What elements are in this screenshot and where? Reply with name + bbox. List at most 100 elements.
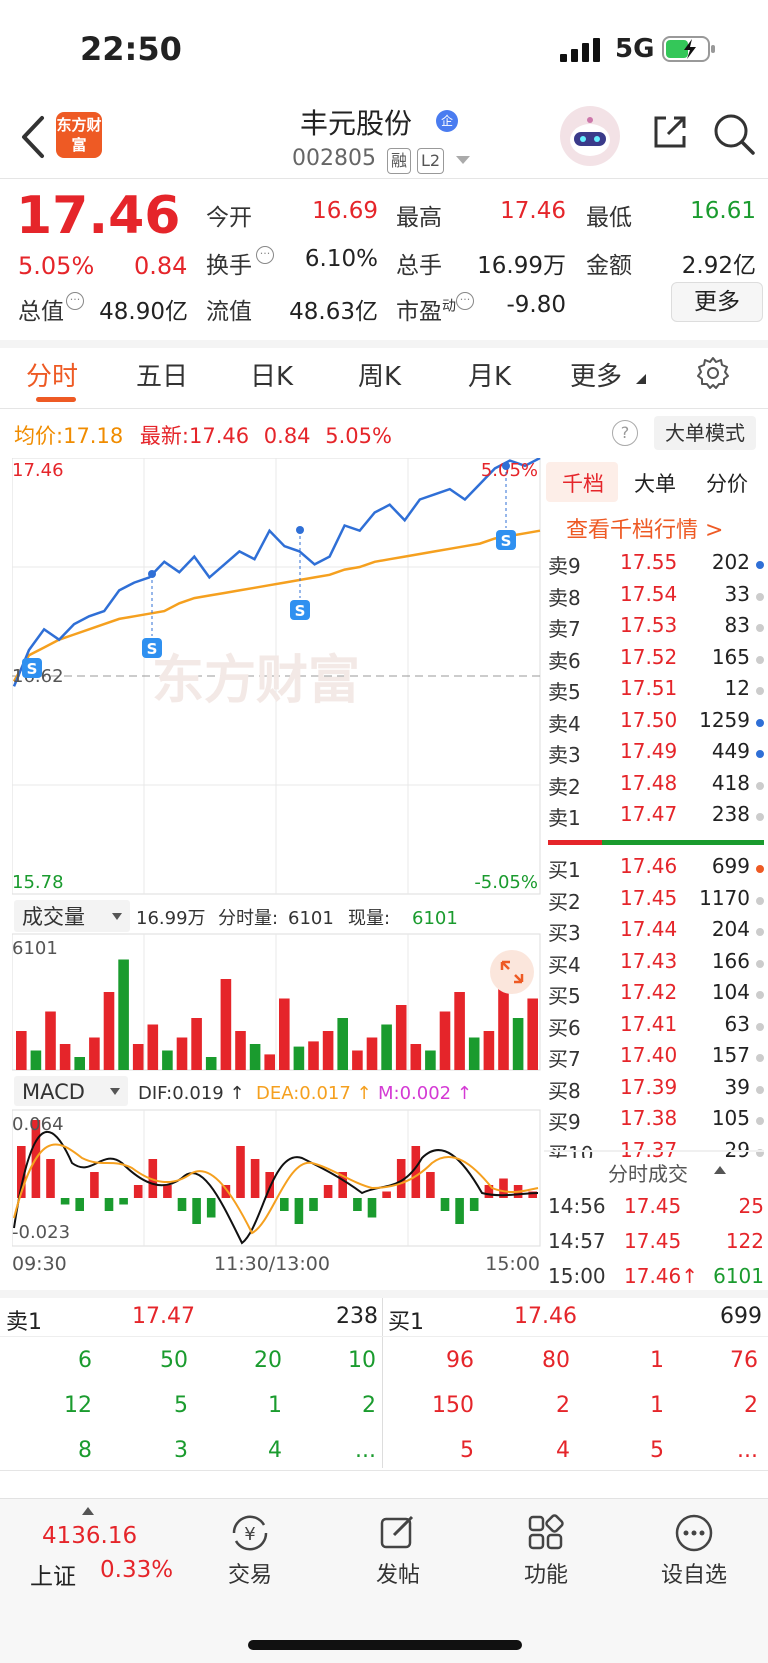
tab-monthly-k[interactable]: 月K [468,356,511,393]
volume-bar [352,1050,363,1070]
bid-ask-ratio-bar [548,840,764,845]
sell-marker-s-icon[interactable]: S [290,526,310,620]
order-dot [756,865,764,873]
svg-text:S: S [27,660,38,678]
signal-icon [560,38,600,62]
queue-cell: 1 [650,1393,664,1418]
minute-volume: 6101 [288,908,334,929]
tab-more[interactable]: 更多 [570,356,622,393]
bid-level-label: 买7 [548,1047,581,1071]
ask-level-label: 卖5 [548,680,581,704]
macd-top-label: 0.064 [12,1114,64,1135]
volume-bar [162,1050,173,1070]
sell-marker-s-icon[interactable]: S [22,658,42,678]
dif-value: DIF:0.019 ↑ [138,1083,245,1104]
more-button[interactable]: 更多 [671,282,763,322]
trade-icon[interactable]: ¥ [228,1513,272,1553]
volume-bar [16,1031,27,1070]
index-value[interactable]: 4136.16 [42,1523,137,1549]
macd-bar [353,1198,362,1211]
volume-bar [322,1031,334,1070]
tab-price-dist[interactable]: 分价 [706,468,748,498]
tick-time: 14:56 [548,1194,606,1218]
queue-cell: 10 [348,1348,376,1373]
svg-text:S: S [147,640,158,658]
turnover-label: 换手 ··· [206,246,274,280]
home-indicator[interactable] [248,1640,522,1650]
volume-value: 16.99万 [477,253,566,279]
nav-function[interactable]: 功能 [496,1557,596,1589]
ask-level-label: 卖4 [548,711,581,736]
volume-bar [59,1044,71,1070]
ask-price: 17.49 [620,739,678,763]
info-icon[interactable]: ··· [456,292,474,310]
expand-button[interactable] [490,950,534,994]
index-pct[interactable]: 0.33% [100,1557,173,1583]
macd-bar [280,1198,289,1211]
svg-text:¥: ¥ [244,1524,255,1545]
intraday-chart[interactable]: 东方财富 17.46 16.62 15.78 5.05% -5.05% S S … [12,458,542,1272]
tab-intraday[interactable]: 分时 [26,356,78,393]
ask-volume: 449 [711,739,750,763]
info-icon[interactable]: ··· [66,292,84,310]
ask-row: 卖8 17.54 33 [548,582,764,613]
apps-icon[interactable] [526,1513,566,1553]
nav-post[interactable]: 发帖 [348,1557,448,1589]
ask-volume: 418 [711,770,750,795]
bid-price: 17.41 [620,1011,678,1036]
big-order-mode-button[interactable]: 大单模式 [654,416,756,450]
nav-trade[interactable]: 交易 [200,1557,300,1589]
active-tab-indicator [36,397,76,402]
ask-row: 卖1 17.47 238 [548,802,764,833]
ask-level-label: 卖8 [548,585,581,610]
ask-row: 卖7 17.53 83 [548,613,764,644]
tab-order-book[interactable]: 千档 [562,468,604,498]
nav-watchlist[interactable]: 设自选 [644,1557,744,1589]
back-icon[interactable] [14,112,54,162]
tab-daily-k[interactable]: 日K [250,356,293,393]
macd-panel: 0.064 -0.023 [12,1109,541,1247]
chevron-down-icon[interactable] [456,156,470,166]
gear-icon[interactable] [696,356,730,390]
triangle-up-icon[interactable] [82,1507,94,1515]
tab-five-day[interactable]: 五日 [136,356,188,393]
pct-bottom-label: -5.05% [474,872,538,893]
volume-bar [512,1018,524,1070]
bid-volume: 29 [724,1137,750,1158]
tab-big-orders[interactable]: 大单 [634,468,676,498]
ask-row: 卖4 17.50 1259 [548,708,764,739]
view-full-depth-link[interactable]: 查看千档行情 > [566,512,723,544]
bid-row: 买2 17.45 1170 [548,886,764,917]
ask-level-label: 卖9 [548,554,581,578]
volume-bar [118,959,129,1070]
info-icon[interactable]: ··· [256,246,274,264]
queue-cell: ... [355,1438,376,1463]
macd-bar [90,1172,99,1198]
volume-label: 总手 [396,253,442,279]
macd-bar [250,1159,260,1198]
triangle-up-icon[interactable] [714,1166,726,1174]
macd-bar [119,1198,128,1205]
volume-bar [468,1037,480,1070]
tick-row: 14:57 17.45 122 [548,1229,764,1260]
tick-price: 17.45 [624,1194,682,1218]
macd-bar [75,1198,84,1211]
ask-row: 卖3 17.49 449 [548,739,764,770]
order-dot [756,1022,764,1031]
share-icon[interactable] [650,112,690,152]
macd-bar [294,1198,304,1224]
assistant-avatar[interactable] [560,106,620,166]
volume-bar [74,1057,85,1070]
macd-selector[interactable]: MACD [22,1080,85,1104]
ask-price: 17.48 [620,770,678,795]
tab-weekly-k[interactable]: 周K [358,356,401,393]
help-icon[interactable]: ? [612,420,638,446]
index-name[interactable]: 上证 [30,1557,76,1591]
level2-tag: L2 [417,148,445,174]
more-dots-icon[interactable] [674,1513,714,1553]
volume-selector[interactable]: 成交量 [22,905,85,929]
macd-bar [455,1198,464,1224]
search-icon[interactable] [712,112,756,156]
ask-level-label: 卖6 [548,648,581,673]
edit-icon[interactable] [378,1513,418,1553]
